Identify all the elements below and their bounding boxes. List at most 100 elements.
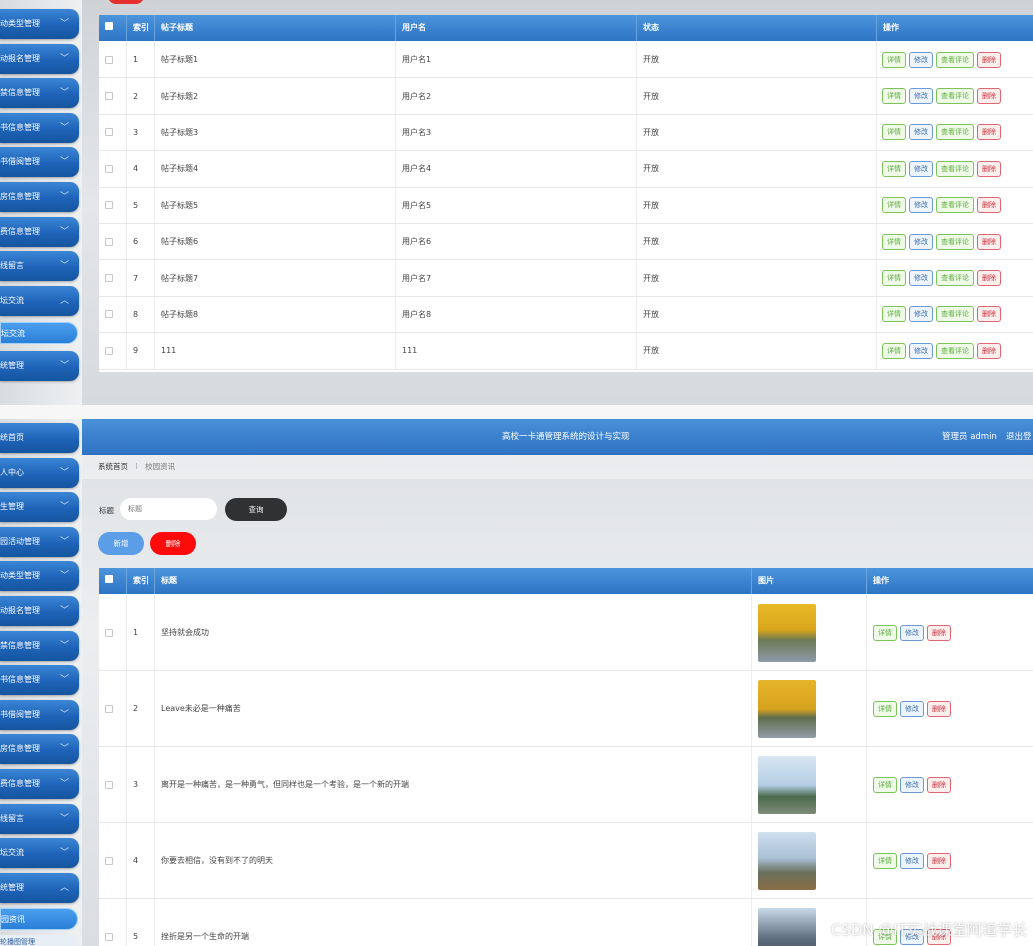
sidebar-item[interactable]: 系统管理 ﹀: [0, 351, 79, 381]
row-checkbox[interactable]: [99, 78, 127, 114]
comments-button[interactable]: 查看评论: [936, 124, 974, 141]
row-checkbox[interactable]: [99, 42, 127, 78]
detail-button[interactable]: 详情: [882, 306, 906, 323]
edit-button[interactable]: 修改: [909, 233, 933, 250]
sidebar-item[interactable]: 系统首页: [0, 423, 79, 453]
detail-button[interactable]: 详情: [882, 342, 906, 359]
delete-button[interactable]: 删除: [927, 700, 951, 717]
sidebar-item[interactable]: 门禁信息管理 ﹀: [0, 78, 79, 109]
batch-delete-button[interactable]: 删除: [150, 532, 196, 555]
detail-button[interactable]: 详情: [882, 233, 906, 250]
thumbnail-image[interactable]: [758, 679, 816, 738]
sidebar-item[interactable]: 图书信息管理 ﹀: [0, 665, 79, 696]
sidebar-item[interactable]: 消费信息管理 ﹀: [0, 769, 79, 799]
sidebar-subitem[interactable]: 轮播图管理: [0, 935, 78, 946]
sidebar-item[interactable]: 学生管理 ﹀: [0, 492, 79, 523]
thumbnail-image[interactable]: [758, 907, 816, 946]
detail-button[interactable]: 详情: [882, 88, 906, 105]
sidebar-subitem-active[interactable]: 坛交流: [0, 322, 78, 344]
detail-button[interactable]: 详情: [873, 700, 897, 717]
detail-button[interactable]: 详情: [882, 270, 906, 287]
sidebar-item[interactable]: 活动报名管理 ﹀: [0, 596, 79, 626]
sidebar-item[interactable]: 图书信息管理 ﹀: [0, 112, 79, 143]
row-checkbox[interactable]: [99, 114, 127, 151]
delete-button[interactable]: 删除: [977, 51, 1001, 68]
delete-button[interactable]: 删除: [977, 88, 1001, 105]
edit-button[interactable]: 修改: [909, 160, 933, 177]
sidebar-item[interactable]: 活动类型管理 ﹀: [0, 561, 79, 592]
delete-button[interactable]: 删除: [977, 270, 1001, 287]
sidebar-item[interactable]: 图书借阅管理 ﹀: [0, 147, 79, 178]
comments-button[interactable]: 查看评论: [936, 233, 974, 250]
sidebar-item[interactable]: 机房信息管理 ﹀: [0, 182, 79, 212]
breadcrumb-home[interactable]: 系统首页: [98, 462, 128, 471]
search-input[interactable]: [120, 498, 217, 520]
edit-button[interactable]: 修改: [909, 306, 933, 323]
detail-button[interactable]: 详情: [882, 51, 906, 68]
row-checkbox[interactable]: [99, 187, 127, 223]
comments-button[interactable]: 查看评论: [936, 270, 974, 287]
edit-button[interactable]: 修改: [900, 852, 924, 869]
comments-button[interactable]: 查看评论: [936, 51, 974, 68]
edit-button[interactable]: 修改: [909, 124, 933, 141]
delete-button[interactable]: 删除: [927, 852, 951, 869]
delete-button[interactable]: 删除: [977, 124, 1001, 141]
thumbnail-image[interactable]: [758, 603, 816, 662]
edit-button[interactable]: 修改: [900, 700, 924, 717]
delete-button-partial[interactable]: [108, 0, 144, 4]
row-checkbox[interactable]: [99, 151, 127, 187]
detail-button[interactable]: 详情: [882, 197, 906, 214]
edit-button[interactable]: 修改: [909, 270, 933, 287]
thumbnail-image[interactable]: [758, 755, 816, 814]
sidebar-item[interactable]: 消费信息管理 ﹀: [0, 216, 79, 247]
edit-button[interactable]: 修改: [909, 88, 933, 105]
comments-button[interactable]: 查看评论: [936, 197, 974, 214]
edit-button[interactable]: 修改: [900, 776, 924, 793]
edit-button[interactable]: 修改: [909, 342, 933, 359]
sidebar-item[interactable]: 系统管理 ︿: [0, 872, 79, 903]
sidebar-item[interactable]: 论坛交流 ﹀: [0, 838, 79, 869]
sidebar-item[interactable]: 图书借阅管理 ﹀: [0, 699, 79, 730]
search-button[interactable]: 查询: [225, 498, 287, 521]
detail-button[interactable]: 详情: [882, 124, 906, 141]
detail-button[interactable]: 详情: [873, 776, 897, 793]
sidebar-item[interactable]: 活动报名管理 ﹀: [0, 43, 79, 74]
edit-button[interactable]: 修改: [900, 624, 924, 641]
delete-button[interactable]: 删除: [977, 197, 1001, 214]
edit-button[interactable]: 修改: [909, 51, 933, 68]
delete-button[interactable]: 删除: [927, 776, 951, 793]
row-checkbox[interactable]: [99, 224, 127, 260]
sidebar-item[interactable]: 个人中心 ﹀: [0, 457, 79, 488]
edit-button[interactable]: 修改: [909, 197, 933, 214]
row-checkbox[interactable]: [99, 260, 127, 296]
add-button[interactable]: 新增: [98, 532, 144, 555]
comments-button[interactable]: 查看评论: [936, 342, 974, 359]
comments-button[interactable]: 查看评论: [936, 306, 974, 323]
thumbnail-image[interactable]: [758, 831, 816, 890]
delete-button[interactable]: 删除: [927, 624, 951, 641]
row-checkbox[interactable]: [99, 747, 127, 822]
row-checkbox[interactable]: [99, 595, 127, 670]
sidebar-item[interactable]: 论坛交流 ︿: [0, 285, 79, 316]
sidebar-item[interactable]: 在线留言 ﹀: [0, 803, 79, 834]
detail-button[interactable]: 详情: [873, 624, 897, 641]
select-all-checkbox[interactable]: [99, 15, 127, 41]
sidebar-item[interactable]: 校园活动管理 ﹀: [0, 526, 79, 557]
logout-link[interactable]: 退出登: [1006, 419, 1032, 455]
delete-button[interactable]: 删除: [977, 306, 1001, 323]
comments-button[interactable]: 查看评论: [936, 88, 974, 105]
row-checkbox[interactable]: [99, 671, 127, 746]
sidebar-subitem-active[interactable]: 园资讯: [0, 908, 78, 930]
delete-button[interactable]: 删除: [977, 342, 1001, 359]
sidebar-item[interactable]: 门禁信息管理 ﹀: [0, 630, 79, 661]
delete-button[interactable]: 删除: [977, 160, 1001, 177]
row-checkbox[interactable]: [99, 333, 127, 369]
select-all-checkbox[interactable]: [99, 568, 127, 594]
row-checkbox[interactable]: [99, 899, 127, 946]
detail-button[interactable]: 详情: [882, 160, 906, 177]
detail-button[interactable]: 详情: [873, 852, 897, 869]
sidebar-item[interactable]: 在线留言 ﹀: [0, 251, 79, 282]
row-checkbox[interactable]: [99, 823, 127, 898]
delete-button[interactable]: 删除: [977, 233, 1001, 250]
row-checkbox[interactable]: [99, 296, 127, 333]
